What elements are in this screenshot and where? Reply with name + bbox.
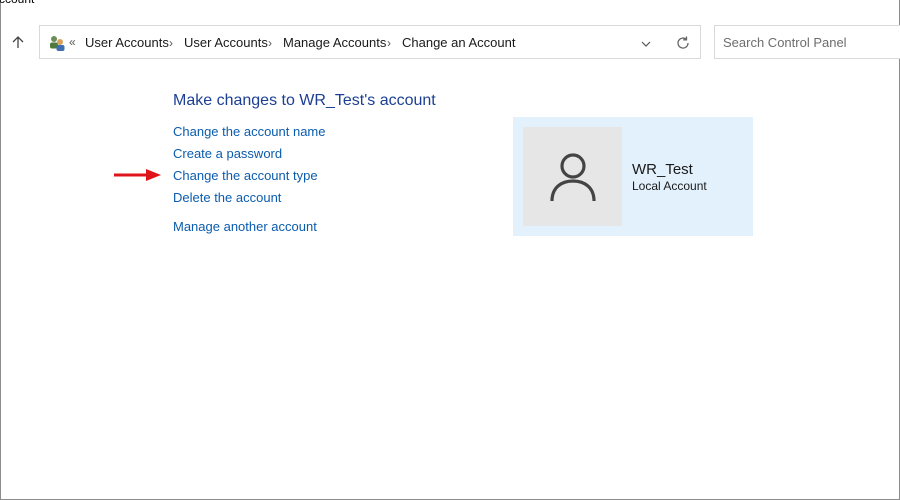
- change-account-type-link[interactable]: Change the account type: [173, 168, 318, 184]
- breadcrumb-manage-accounts[interactable]: Manage Accounts: [283, 35, 386, 51]
- manage-another-account-link[interactable]: Manage another account: [173, 219, 317, 235]
- breadcrumb-separator-icon[interactable]: ›: [387, 35, 391, 51]
- control-panel-window: ccount « User Accounts › User Accounts ›…: [0, 0, 900, 500]
- refresh-icon[interactable]: [675, 35, 691, 51]
- breadcrumb-separator-icon[interactable]: ›: [169, 35, 173, 51]
- user-accounts-icon: [48, 34, 66, 52]
- create-password-link[interactable]: Create a password: [173, 146, 282, 162]
- delete-account-link[interactable]: Delete the account: [173, 190, 281, 206]
- change-account-name-link[interactable]: Change the account name: [173, 124, 326, 140]
- avatar: [523, 127, 622, 226]
- address-bar[interactable]: « User Accounts › User Accounts › Manage…: [39, 25, 701, 59]
- up-arrow-icon[interactable]: [10, 34, 26, 50]
- breadcrumb-user-accounts-2[interactable]: User Accounts: [184, 35, 268, 51]
- user-icon: [549, 152, 596, 201]
- red-arrow-annotation-icon: [113, 168, 163, 182]
- search-input[interactable]: Search Control Panel: [714, 25, 900, 59]
- window-title: ccount: [0, 0, 34, 6]
- account-name: WR_Test: [632, 161, 693, 178]
- breadcrumb-change-an-account[interactable]: Change an Account: [402, 35, 515, 51]
- account-card: WR_Test Local Account: [513, 117, 753, 236]
- page-title: Make changes to WR_Test's account: [173, 92, 436, 109]
- search-placeholder: Search Control Panel: [723, 35, 847, 50]
- breadcrumb-user-accounts-1[interactable]: User Accounts: [85, 35, 169, 51]
- chevron-down-icon[interactable]: [640, 37, 652, 49]
- account-type: Local Account: [632, 179, 707, 193]
- overflow-chevron[interactable]: «: [69, 34, 76, 50]
- breadcrumb-separator-icon[interactable]: ›: [268, 35, 272, 51]
